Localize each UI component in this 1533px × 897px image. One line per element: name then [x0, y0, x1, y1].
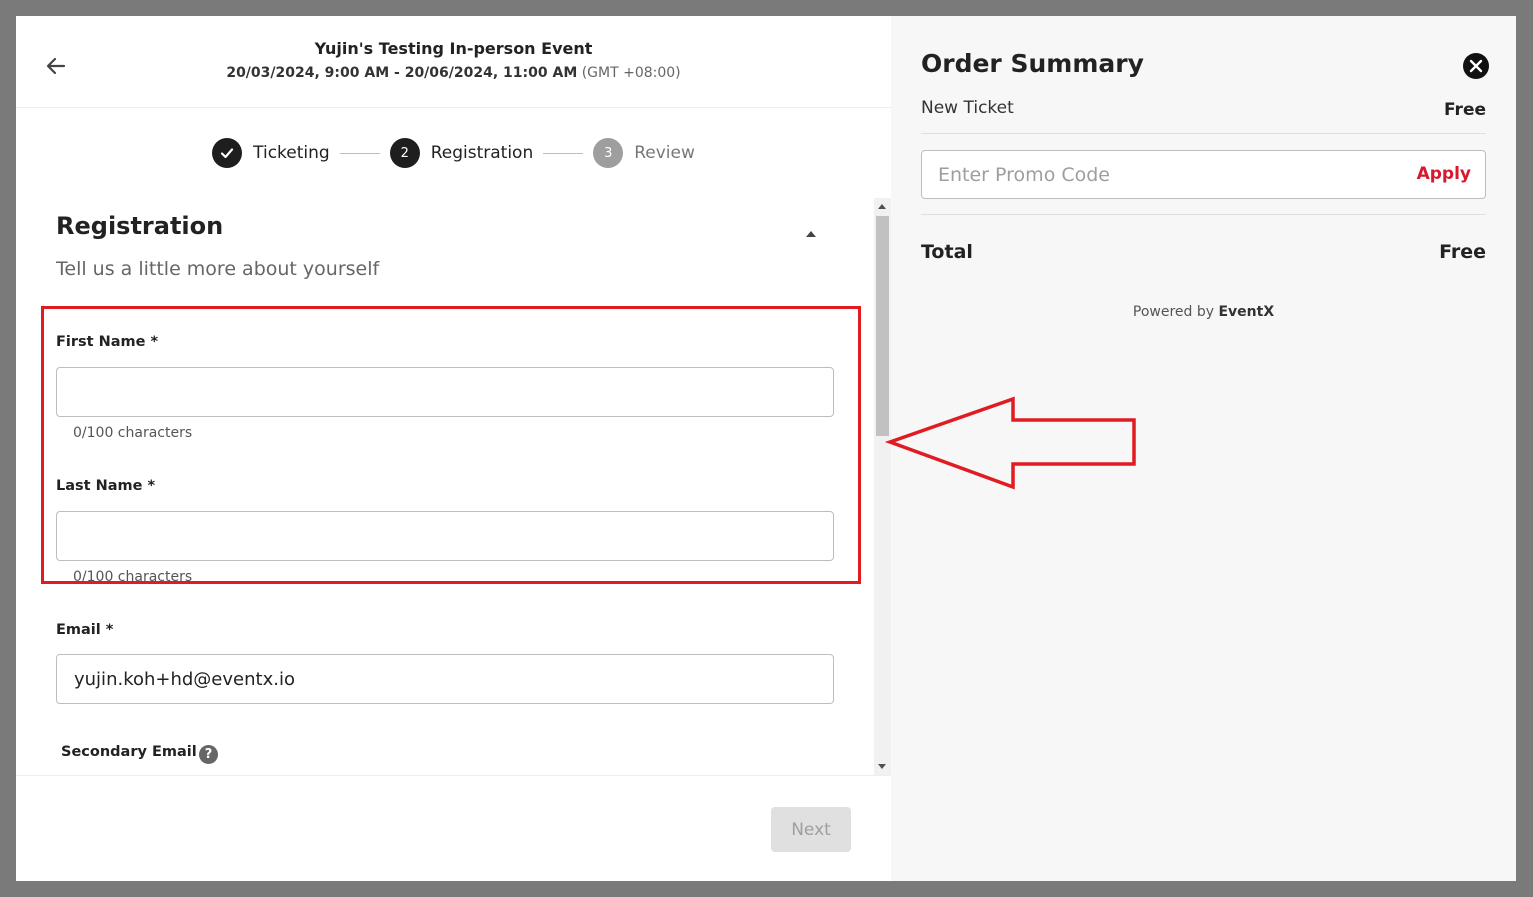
form-scrollbar[interactable] [874, 198, 891, 775]
step-number: 2 [389, 138, 420, 168]
section-subtitle: Tell us a little more about yourself [56, 258, 380, 280]
form-footer: Next [16, 775, 891, 881]
collapse-section-button[interactable] [804, 224, 818, 237]
powered-by-prefix: Powered by [1132, 304, 1215, 320]
close-button[interactable] [1463, 53, 1489, 79]
order-summary-title: Order Summary [921, 49, 1144, 78]
step-complete-indicator [212, 138, 243, 168]
order-summary-panel: Order Summary New Ticket Free Apply Tota… [891, 16, 1516, 881]
divider [921, 214, 1486, 215]
scroll-up-arrow-icon[interactable] [878, 204, 886, 209]
first-name-char-count: 0/100 characters [73, 425, 193, 441]
step-review: 3 Review [593, 138, 695, 168]
promo-code-field: Apply [921, 150, 1486, 199]
apply-promo-button[interactable]: Apply [1417, 164, 1471, 184]
section-title: Registration [56, 212, 224, 240]
help-icon[interactable]: ? [199, 745, 218, 764]
scroll-down-arrow-icon[interactable] [878, 764, 886, 769]
first-name-input[interactable] [56, 367, 834, 417]
step-label: Registration [430, 143, 534, 163]
total-value: Free [1439, 241, 1486, 263]
last-name-label: Last Name * [56, 478, 156, 494]
step-ticketing[interactable]: Ticketing [212, 138, 330, 168]
email-label: Email * [56, 622, 114, 638]
step-connector [339, 152, 380, 154]
next-button[interactable]: Next [771, 807, 851, 852]
divider [921, 133, 1486, 134]
step-number: 3 [593, 138, 624, 168]
event-title: Yujin's Testing In-person Event [314, 39, 593, 58]
last-name-char-count: 0/100 characters [73, 569, 193, 585]
promo-code-input[interactable] [922, 151, 1402, 198]
first-name-label: First Name * [56, 334, 159, 350]
event-header: Yujin's Testing In-person Event 20/03/20… [16, 16, 891, 108]
powered-by-brand: EventX [1218, 304, 1275, 320]
step-registration: 2 Registration [389, 138, 534, 168]
event-timezone: (GMT +08:00) [581, 65, 681, 81]
event-date-range: 20/03/2024, 9:00 AM - 20/06/2024, 11:00 … [226, 65, 578, 81]
checkout-modal: Yujin's Testing In-person Event 20/03/20… [16, 16, 1516, 881]
triangle-up-icon [806, 231, 816, 237]
secondary-email-label: Secondary Email [61, 744, 197, 760]
last-name-input[interactable] [56, 511, 834, 561]
registration-panel: Yujin's Testing In-person Event 20/03/20… [16, 16, 891, 881]
email-input[interactable] [56, 654, 834, 704]
ticket-name: New Ticket [921, 98, 1014, 118]
step-label: Review [634, 143, 695, 163]
checkout-stepper: Ticketing 2 Registration 3 Review [16, 138, 891, 168]
step-connector [543, 152, 584, 154]
total-label: Total [921, 241, 973, 263]
event-date: 20/03/2024, 9:00 AM - 20/06/2024, 11:00 … [16, 65, 891, 81]
powered-by: Powered by EventX [891, 304, 1516, 320]
ticket-price: Free [1444, 100, 1486, 120]
scrollbar-thumb[interactable] [876, 216, 889, 436]
checkmark-icon [221, 148, 234, 159]
step-label: Ticketing [253, 143, 330, 163]
registration-form-scroll: Registration Tell us a little more about… [16, 198, 874, 775]
close-icon [1469, 59, 1483, 73]
